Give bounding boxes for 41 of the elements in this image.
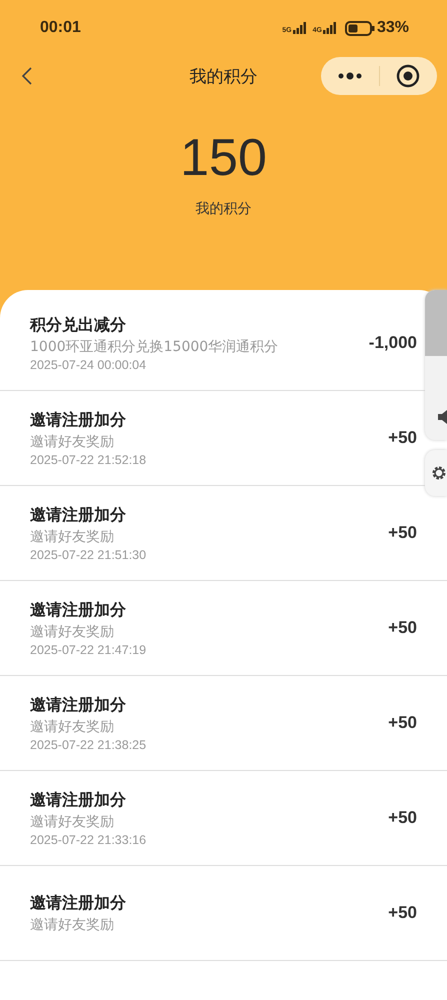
record-title: 邀请注册加分 [30, 694, 127, 716]
record-amount: +50 [388, 808, 417, 828]
record-title: 邀请注册加分 [30, 410, 127, 430]
record-title: 积分兑出减分 [30, 314, 127, 336]
more-icon[interactable] [336, 72, 363, 80]
record-amount: +50 [388, 903, 417, 923]
page-title: 我的积分 [190, 66, 258, 88]
record-time: 2025-07-22 21:38:25 [30, 738, 148, 752]
battery-level: 33% [376, 19, 409, 37]
record-description: 邀请好友奖励 [30, 622, 115, 640]
record-time: 2025-07-22 21:47:19 [30, 642, 148, 656]
back-icon[interactable] [20, 66, 34, 86]
speaker-icon[interactable] [438, 410, 447, 424]
settings-icon [431, 465, 447, 481]
points-total: 150 [180, 132, 267, 184]
record-description: 邀请好友奖励 [30, 432, 115, 450]
record-time: 2025-07-22 21:51:30 [30, 548, 148, 562]
record-title: 邀请注册加分 [30, 790, 127, 810]
record-amount: +50 [388, 713, 417, 733]
gear-button[interactable] [425, 450, 447, 496]
record-description: 邀请好友奖励 [30, 528, 115, 546]
record-time: 2025-07-22 21:33:16 [30, 832, 148, 846]
record-amount: +50 [388, 618, 417, 638]
record-amount: +50 [388, 523, 417, 543]
record-title: 邀请注册加分 [30, 892, 127, 914]
signal-icon [322, 22, 337, 34]
close-icon[interactable] [396, 64, 420, 88]
record-amount: +50 [388, 428, 417, 448]
record-time: 2025-07-24 00:00:04 [30, 358, 148, 372]
status-time: 00:01 [40, 19, 81, 37]
record-description: 邀请好友奖励 [30, 718, 115, 736]
record-description: 邀请好友奖励 [30, 916, 115, 934]
record-description: 1000环亚通积分兑换15000华润通积分 [30, 338, 280, 356]
battery-icon [344, 20, 375, 36]
points-label: 我的积分 [196, 200, 252, 218]
record-amount: -1,000 [368, 333, 417, 353]
signal-icon [292, 22, 307, 34]
record-description: 邀请好友奖励 [30, 812, 115, 830]
record-title: 邀请注册加分 [30, 504, 127, 526]
record-time: 2025-07-22 21:52:18 [30, 452, 148, 466]
record-title: 邀请注册加分 [30, 600, 127, 620]
